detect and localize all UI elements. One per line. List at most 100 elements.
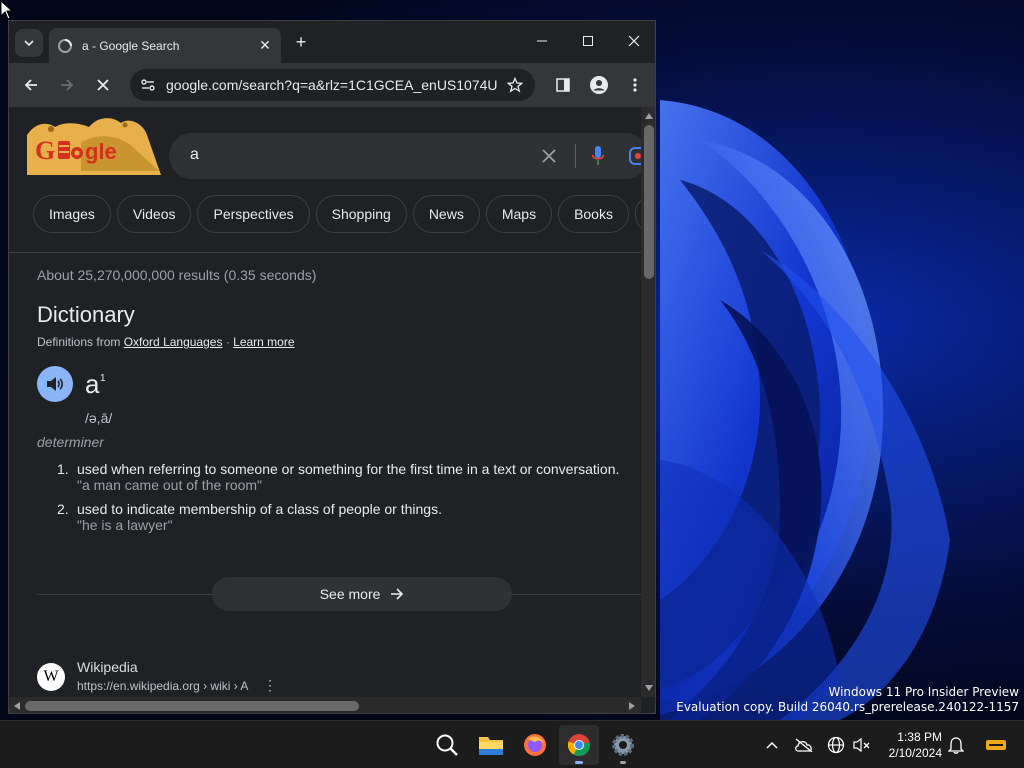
volume-button[interactable] bbox=[848, 725, 876, 765]
definition-example: "he is a lawyer" bbox=[77, 517, 173, 533]
oxford-languages-link[interactable]: Oxford Languages bbox=[124, 335, 223, 349]
header-divider bbox=[9, 252, 641, 253]
loading-favicon-icon bbox=[58, 38, 72, 53]
chevron-down-icon bbox=[24, 40, 34, 47]
taskbar-search-button[interactable] bbox=[427, 725, 467, 765]
chip-shopping[interactable]: Shopping bbox=[315, 195, 407, 233]
arrow-left-icon bbox=[24, 79, 37, 91]
profile-avatar-icon bbox=[590, 76, 608, 94]
more-vertical-icon bbox=[633, 78, 637, 92]
address-bar[interactable]: google.com/search?q=a&rlz=1C1GCEA_enUS10… bbox=[130, 69, 535, 101]
chip-books[interactable]: Books bbox=[558, 195, 629, 233]
running-app-indicator bbox=[620, 761, 626, 764]
wikipedia-result-title[interactable]: Wikipedia bbox=[77, 659, 138, 675]
firefox-icon bbox=[524, 734, 546, 756]
new-tab-button[interactable]: + bbox=[290, 31, 312, 53]
tab-search-button[interactable] bbox=[15, 29, 43, 57]
svg-text:gle: gle bbox=[85, 139, 117, 164]
definitions-source: Definitions from Oxford Languages · Lear… bbox=[37, 335, 295, 349]
chip-maps[interactable]: Maps bbox=[485, 195, 553, 233]
arrow-right-icon bbox=[61, 79, 74, 91]
back-button[interactable] bbox=[17, 71, 45, 99]
clock-date: 2/10/2024 bbox=[888, 746, 942, 760]
learn-more-link[interactable]: Learn more bbox=[233, 335, 294, 349]
scroll-right-arrow-icon[interactable] bbox=[629, 702, 635, 710]
bookmark-star-icon[interactable] bbox=[507, 77, 523, 93]
insider-preview-badge[interactable] bbox=[980, 725, 1012, 765]
url-text: google.com/search?q=a&rlz=1C1GCEA_enUS10… bbox=[166, 77, 498, 93]
gear-icon bbox=[612, 734, 634, 756]
see-more-button[interactable]: See more bbox=[212, 577, 512, 611]
settings-taskbar-button[interactable] bbox=[603, 725, 643, 765]
folder-icon bbox=[479, 737, 503, 755]
chip-images[interactable]: Images bbox=[33, 195, 111, 233]
search-query-text: a bbox=[190, 146, 199, 163]
svg-text:G: G bbox=[35, 136, 55, 165]
vertical-scrollbar[interactable] bbox=[641, 107, 655, 697]
notifications-button[interactable] bbox=[940, 725, 972, 765]
tab-strip: a - Google Search ✕ + bbox=[9, 21, 655, 63]
definition-item: 1. used when referring to someone or some… bbox=[57, 461, 620, 493]
forward-button[interactable] bbox=[53, 71, 81, 99]
side-panel-icon bbox=[556, 78, 570, 92]
word-superscript: 1 bbox=[100, 373, 106, 384]
cloud-offline-icon bbox=[795, 738, 813, 752]
side-panel-button[interactable] bbox=[549, 71, 577, 99]
google-doodle-logo[interactable]: G gle bbox=[25, 115, 161, 175]
chrome-taskbar-button[interactable] bbox=[559, 725, 599, 765]
arrow-right-icon bbox=[391, 588, 404, 600]
scroll-up-arrow-icon[interactable] bbox=[645, 113, 653, 119]
browser-tab[interactable]: a - Google Search ✕ bbox=[49, 28, 281, 63]
volume-muted-icon bbox=[853, 737, 870, 753]
system-clock[interactable]: 1:38 PM 2/10/2024 bbox=[880, 729, 942, 761]
tab-close-icon[interactable]: ✕ bbox=[257, 37, 273, 54]
definition-item: 2. used to indicate membership of a class… bbox=[57, 501, 442, 533]
globe-icon bbox=[827, 736, 845, 754]
onedrive-button[interactable] bbox=[788, 725, 820, 765]
google-lens-icon[interactable] bbox=[628, 146, 641, 166]
page-content: G gle a Images Videos Perspectives Shopping… bbox=[9, 107, 641, 697]
scroll-left-arrow-icon[interactable] bbox=[14, 702, 20, 710]
pronunciation-button[interactable] bbox=[37, 366, 73, 402]
search-icon bbox=[436, 734, 458, 756]
chip-perspectives[interactable]: Perspectives bbox=[197, 195, 310, 233]
windows-taskbar: 1:38 PM 2/10/2024 bbox=[0, 720, 1024, 768]
mouse-cursor-icon bbox=[0, 0, 14, 20]
profile-button[interactable] bbox=[585, 71, 613, 99]
maximize-button[interactable] bbox=[565, 21, 611, 61]
stop-loading-button[interactable] bbox=[89, 71, 117, 99]
site-settings-icon[interactable] bbox=[140, 77, 156, 93]
windows-watermark: Windows 11 Pro Insider Preview Evaluatio… bbox=[676, 685, 1019, 714]
results-stats: About 25,270,000,000 results (0.35 secon… bbox=[37, 267, 317, 283]
search-box[interactable]: a bbox=[169, 133, 641, 179]
speaker-icon bbox=[47, 377, 64, 391]
horizontal-scroll-thumb[interactable] bbox=[25, 701, 359, 711]
search-divider bbox=[575, 144, 576, 168]
chrome-icon bbox=[567, 734, 590, 756]
minimize-icon bbox=[537, 40, 547, 42]
wikipedia-result-url[interactable]: https://en.wikipedia.org › wiki › A bbox=[77, 679, 248, 693]
chevron-up-icon bbox=[766, 741, 778, 749]
chip-news[interactable]: News bbox=[412, 195, 480, 233]
horizontal-scrollbar[interactable] bbox=[9, 697, 641, 713]
chrome-window: a - Google Search ✕ + google.com/search?… bbox=[8, 20, 656, 714]
firefox-button[interactable] bbox=[515, 725, 555, 765]
clock-time: 1:38 PM bbox=[897, 730, 942, 744]
maximize-icon bbox=[583, 36, 593, 46]
chip-videos[interactable]: Videos bbox=[116, 195, 192, 233]
minimize-button[interactable] bbox=[519, 21, 565, 61]
definition-example: "a man came out of the room" bbox=[77, 477, 263, 493]
part-of-speech: determiner bbox=[37, 434, 104, 450]
phonetic-spelling: /ə,ā/ bbox=[85, 410, 113, 426]
scroll-down-arrow-icon[interactable] bbox=[645, 685, 653, 691]
close-window-button[interactable] bbox=[611, 21, 655, 61]
microphone-icon[interactable] bbox=[591, 145, 605, 167]
file-explorer-button[interactable] bbox=[471, 725, 511, 765]
show-hidden-icons-button[interactable] bbox=[756, 725, 788, 765]
result-more-options-icon[interactable]: ⋮ bbox=[263, 677, 277, 694]
chrome-menu-button[interactable] bbox=[621, 71, 649, 99]
active-app-indicator bbox=[575, 761, 583, 764]
close-icon bbox=[97, 79, 109, 91]
vertical-scroll-thumb[interactable] bbox=[644, 125, 654, 279]
clear-search-icon[interactable] bbox=[541, 148, 557, 164]
